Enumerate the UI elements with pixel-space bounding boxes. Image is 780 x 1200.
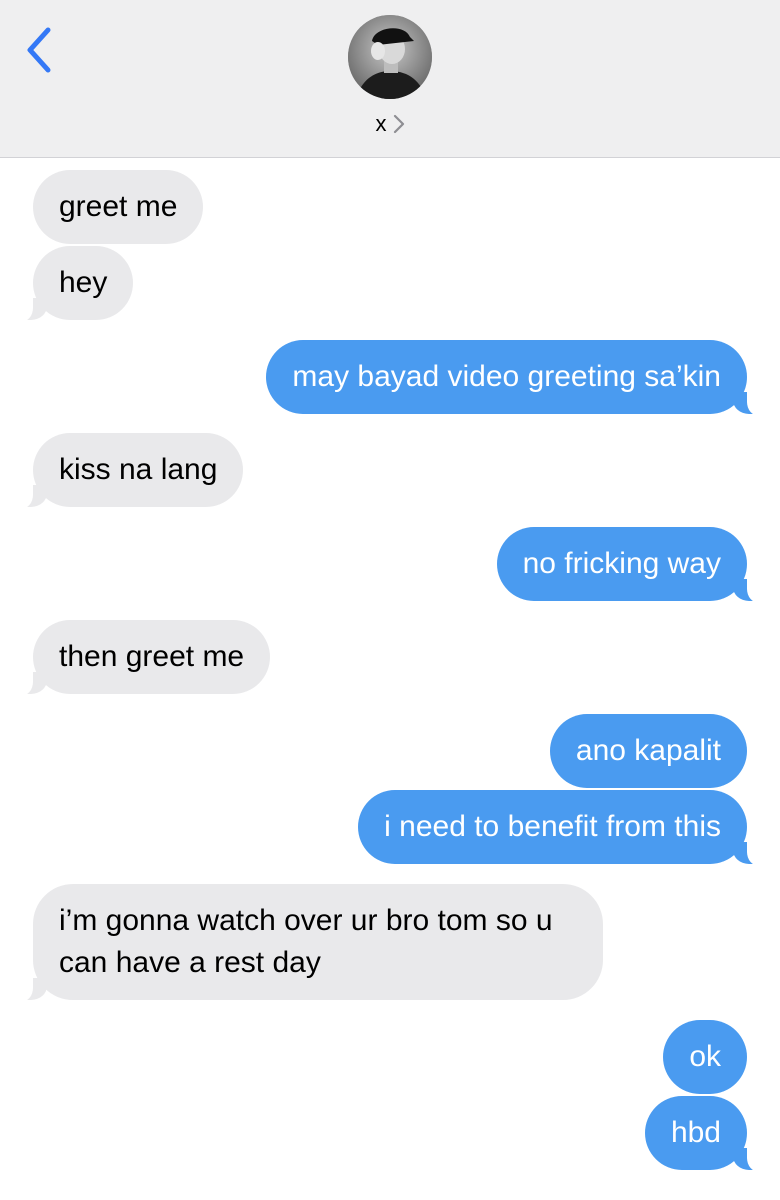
message-text: i’m gonna watch over ur bro tom so u can… [59,904,553,979]
message-text: i need to benefit from this [384,810,721,843]
message-text: then greet me [59,640,245,673]
message-bubble-incoming[interactable]: hey [18,246,134,322]
chevron-left-icon [27,27,51,73]
message-bubble-incoming[interactable]: greet me [33,170,204,244]
message-bubble-outgoing[interactable]: hbd [644,1096,762,1172]
contact-name: x [375,111,387,136]
message-bubble-outgoing[interactable]: i need to benefit from this [358,790,761,866]
chevron-right-icon [393,114,404,134]
message-text: hbd [670,1116,721,1149]
conversation-header: x [0,0,780,158]
message-bubble-incoming[interactable]: kiss na lang [18,433,244,509]
contact-name-button[interactable]: x [340,108,440,140]
message-thread: greet me hey may bayad video greeting sa… [0,158,780,1200]
message-text: may bayad video greeting sa’kin [292,360,721,393]
message-text: greet me [59,190,178,223]
message-bubble-outgoing[interactable]: no fricking way [496,527,762,603]
message-text: ano kapalit [575,734,721,767]
avatar[interactable] [348,15,432,99]
message-text: no fricking way [522,547,721,580]
contact-photo [348,15,432,99]
message-bubble-incoming[interactable]: then greet me [18,620,271,696]
message-bubble-outgoing[interactable]: ok [663,1020,747,1094]
message-bubble-outgoing[interactable]: ano kapalit [549,714,747,788]
message-text: hey [59,266,108,299]
message-bubble-incoming[interactable]: i’m gonna watch over ur bro tom so u can… [19,884,603,1002]
message-text: kiss na lang [59,453,218,486]
message-text: ok [689,1040,721,1073]
back-button[interactable] [22,24,62,76]
message-bubble-outgoing[interactable]: may bayad video greeting sa’kin [266,340,761,416]
